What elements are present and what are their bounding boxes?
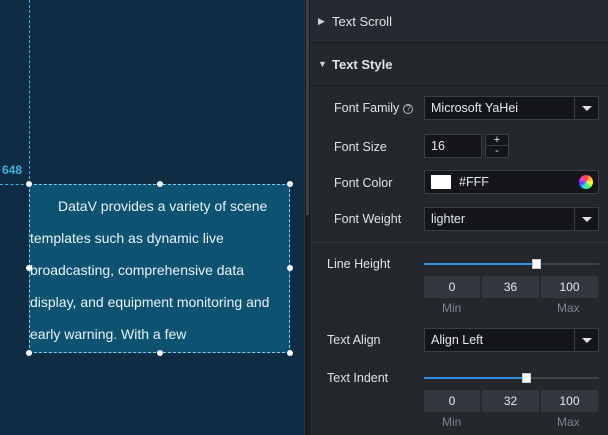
color-picker-icon[interactable] — [579, 175, 593, 189]
chevron-down-icon[interactable] — [574, 208, 598, 230]
caret-down-icon: ▼ — [318, 59, 327, 69]
decrement-icon[interactable]: - — [486, 146, 508, 157]
line-height-min-value: 0 — [424, 276, 482, 298]
text-align-label: Text Align — [327, 333, 381, 347]
caret-right-icon: ▶ — [318, 15, 325, 26]
text-align-select[interactable]: Align Left — [424, 328, 599, 352]
font-family-label: Font Family? — [334, 101, 414, 115]
resize-handle-right[interactable] — [287, 265, 293, 271]
line-height-label: Line Height — [327, 257, 391, 271]
line-height-values: 0 36 100 — [424, 276, 598, 298]
min-label: Min — [442, 301, 462, 315]
font-size-stepper[interactable]: + - — [485, 134, 509, 158]
text-indent-values: 0 32 100 — [424, 390, 598, 412]
line-height-value-input[interactable]: 36 — [482, 276, 541, 298]
chevron-down-icon[interactable] — [574, 97, 598, 119]
color-swatch[interactable] — [431, 175, 451, 189]
font-color-input[interactable]: #FFF — [424, 170, 599, 194]
section-title: Text Scroll — [332, 13, 392, 29]
line-height-slider[interactable] — [424, 259, 599, 269]
resize-handle-top[interactable] — [157, 181, 163, 187]
resize-handle-bottom-left[interactable] — [26, 350, 32, 356]
font-size-label: Font Size — [334, 140, 387, 154]
font-weight-value: lighter — [431, 212, 466, 226]
max-label: Max — [557, 415, 580, 429]
text-widget[interactable]: DataV provides a variety of scene templa… — [29, 184, 290, 353]
text-indent-min-value: 0 — [424, 390, 482, 412]
min-label: Min — [442, 415, 462, 429]
line-height-slider-fill — [424, 263, 536, 265]
text-indent-slider-handle[interactable] — [522, 373, 531, 383]
text-align-value: Align Left — [431, 333, 484, 347]
text-indent-slider[interactable] — [424, 373, 599, 383]
font-weight-select[interactable]: lighter — [424, 207, 599, 231]
font-family-value: Microsoft YaHei — [431, 101, 519, 115]
vertical-guide-line — [29, 0, 30, 184]
text-indent-label: Text Indent — [327, 371, 389, 385]
resize-handle-left[interactable] — [26, 265, 32, 271]
resize-handle-bottom-right[interactable] — [287, 350, 293, 356]
editor-canvas[interactable]: 648 DataV provides a variety of scene te… — [0, 0, 306, 435]
text-widget-content: DataV provides a variety of scene templa… — [30, 198, 270, 342]
line-height-max-value: 100 — [541, 276, 598, 298]
section-title: Text Style — [332, 56, 393, 72]
resize-handle-bottom[interactable] — [157, 350, 163, 356]
text-indent-max-value: 100 — [541, 390, 598, 412]
divider — [310, 242, 608, 243]
font-color-label: Font Color — [334, 176, 393, 190]
font-family-select[interactable]: Microsoft YaHei — [424, 96, 599, 120]
font-size-input[interactable]: 16 — [424, 134, 482, 158]
scrollbar-thumb[interactable] — [306, 0, 309, 215]
section-text-scroll[interactable]: ▶ Text Scroll — [310, 0, 608, 43]
chevron-down-icon[interactable] — [574, 329, 598, 351]
text-indent-value-input[interactable]: 32 — [482, 390, 541, 412]
font-family-label-text: Font Family — [334, 101, 400, 115]
properties-panel: ▶ Text Scroll ▼ Text Style Font Family? … — [310, 0, 608, 435]
font-color-value: #FFF — [459, 175, 489, 189]
line-height-slider-handle[interactable] — [532, 259, 541, 269]
font-weight-label: Font Weight — [334, 212, 402, 226]
help-icon[interactable]: ? — [403, 104, 414, 114]
resize-handle-top-left[interactable] — [26, 181, 32, 187]
text-indent-slider-fill — [424, 377, 526, 379]
font-size-value: 16 — [431, 139, 445, 153]
max-label: Max — [557, 301, 580, 315]
guide-position-label: 648 — [2, 163, 23, 177]
section-text-style[interactable]: ▼ Text Style — [310, 43, 608, 86]
resize-handle-top-right[interactable] — [287, 181, 293, 187]
horizontal-guide-line — [0, 184, 29, 185]
